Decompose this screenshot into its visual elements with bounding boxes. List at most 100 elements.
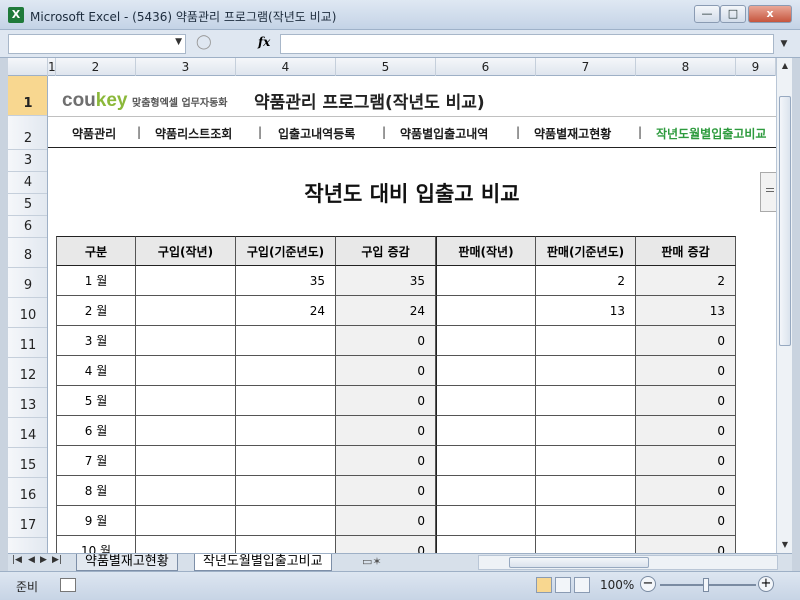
table-cell[interactable] <box>236 326 336 356</box>
table-cell[interactable] <box>536 536 636 553</box>
table-cell[interactable]: 13 <box>536 296 636 326</box>
row-header-cell[interactable]: 5 <box>8 194 47 216</box>
table-header-cell[interactable]: 구분 <box>56 236 136 266</box>
table-cell[interactable] <box>136 446 236 476</box>
table-cell[interactable]: 0 <box>636 326 736 356</box>
row-header-cell[interactable]: 16 <box>8 478 47 508</box>
minimize-button[interactable]: — <box>694 5 720 23</box>
zoom-level[interactable]: 100% <box>600 578 634 592</box>
table-header-cell[interactable]: 판매(기준년도) <box>536 236 636 266</box>
page-break-view-icon[interactable] <box>574 577 590 593</box>
table-cell[interactable] <box>136 416 236 446</box>
chevron-down-icon[interactable]: ▼ <box>175 37 182 47</box>
column-header-cell[interactable]: 1 <box>48 58 56 76</box>
table-cell[interactable]: 2 <box>536 266 636 296</box>
row-header-cell[interactable]: 6 <box>8 216 47 238</box>
column-header-cell[interactable]: 2 <box>56 58 136 76</box>
table-cell[interactable]: 0 <box>636 476 736 506</box>
table-cell[interactable] <box>236 446 336 476</box>
column-header-cell[interactable]: 6 <box>436 58 536 76</box>
column-header-cell[interactable]: 3 <box>136 58 236 76</box>
row-header-cell[interactable]: 17 <box>8 508 47 538</box>
table-cell[interactable] <box>436 266 536 296</box>
table-cell[interactable]: 35 <box>336 266 436 296</box>
row-header-cell[interactable]: 8 <box>8 238 47 268</box>
table-cell[interactable]: 0 <box>636 356 736 386</box>
nav-item-inout-register[interactable]: 입출고내역등록 <box>278 125 355 142</box>
table-cell[interactable]: 7 월 <box>56 446 136 476</box>
last-sheet-icon[interactable]: ▶| <box>52 555 62 565</box>
horizontal-scroll-thumb[interactable] <box>509 557 649 568</box>
table-cell[interactable] <box>536 356 636 386</box>
first-sheet-icon[interactable]: |◀ <box>12 555 22 565</box>
table-cell[interactable]: 0 <box>636 446 736 476</box>
table-cell[interactable] <box>236 416 336 446</box>
column-header-cell[interactable]: 7 <box>536 58 636 76</box>
table-cell[interactable]: 0 <box>336 386 436 416</box>
table-cell[interactable]: 6 월 <box>56 416 136 446</box>
table-cell[interactable]: 2 월 <box>56 296 136 326</box>
row-header-cell[interactable]: 2 <box>8 116 47 150</box>
row-header-cell[interactable]: 12 <box>8 358 47 388</box>
table-cell[interactable] <box>536 446 636 476</box>
table-cell[interactable] <box>136 476 236 506</box>
select-all-corner[interactable] <box>8 58 48 76</box>
scroll-down-icon[interactable]: ▼ <box>777 537 793 553</box>
macro-record-icon[interactable] <box>60 578 76 592</box>
table-cell[interactable] <box>536 506 636 536</box>
table-cell[interactable] <box>536 386 636 416</box>
name-box[interactable]: ▼ <box>8 34 186 54</box>
row-header-cell[interactable]: 13 <box>8 388 47 418</box>
page-layout-view-icon[interactable] <box>555 577 571 593</box>
table-cell[interactable] <box>136 386 236 416</box>
nav-item-stock-status[interactable]: 약품별재고현황 <box>534 125 611 142</box>
row-header-cell[interactable]: 14 <box>8 418 47 448</box>
table-cell[interactable] <box>236 356 336 386</box>
close-button[interactable]: x <box>748 5 792 23</box>
table-cell[interactable]: 0 <box>336 356 436 386</box>
table-cell[interactable]: 0 <box>336 506 436 536</box>
table-cell[interactable] <box>136 266 236 296</box>
nav-item-inout-by-medicine[interactable]: 약품별입출고내역 <box>400 125 488 142</box>
table-cell[interactable] <box>136 296 236 326</box>
table-cell[interactable] <box>436 416 536 446</box>
row-header-cell[interactable]: 15 <box>8 448 47 478</box>
table-cell[interactable] <box>136 536 236 553</box>
table-cell[interactable]: 2 <box>636 266 736 296</box>
worksheet-grid[interactable]: coukey 맞춤형엑셀 업무자동화 약품관리 프로그램(작년도 비교) 약품관… <box>48 76 776 553</box>
formula-input[interactable] <box>280 34 774 54</box>
table-cell[interactable] <box>436 386 536 416</box>
column-header-cell[interactable]: 5 <box>336 58 436 76</box>
formula-bar-splitter-icon[interactable]: ◯ <box>196 34 256 54</box>
zoom-out-icon[interactable]: − <box>640 576 656 592</box>
menu-lines-icon[interactable] <box>760 172 776 212</box>
table-cell[interactable] <box>536 326 636 356</box>
insert-function-icon[interactable]: fx <box>258 35 270 49</box>
excel-app-icon[interactable]: X <box>8 7 24 23</box>
table-cell[interactable] <box>436 326 536 356</box>
table-cell[interactable]: 0 <box>336 536 436 553</box>
insert-sheet-icon[interactable]: ▭✶ <box>362 555 382 568</box>
maximize-button[interactable]: □ <box>720 5 746 23</box>
nav-item-medicine-list[interactable]: 약품리스트조회 <box>155 125 232 142</box>
vertical-scroll-thumb[interactable] <box>779 96 791 346</box>
table-cell[interactable] <box>536 476 636 506</box>
table-cell[interactable] <box>236 476 336 506</box>
horizontal-scrollbar[interactable] <box>478 555 778 570</box>
table-header-cell[interactable]: 구입(작년) <box>136 236 236 266</box>
expand-formula-bar-icon[interactable]: ▼ <box>776 34 792 54</box>
table-cell[interactable] <box>436 356 536 386</box>
vertical-scrollbar[interactable]: ▲ ▼ <box>776 58 792 553</box>
table-header-cell[interactable]: 구입(기준년도) <box>236 236 336 266</box>
table-cell[interactable] <box>436 476 536 506</box>
table-cell[interactable]: 24 <box>236 296 336 326</box>
table-cell[interactable] <box>436 446 536 476</box>
column-header-cell[interactable]: 8 <box>636 58 736 76</box>
table-cell[interactable]: 0 <box>636 506 736 536</box>
table-cell[interactable]: 0 <box>336 416 436 446</box>
table-cell[interactable]: 0 <box>636 536 736 553</box>
table-cell[interactable] <box>436 536 536 553</box>
table-cell[interactable]: 35 <box>236 266 336 296</box>
table-header-cell[interactable]: 구입 증감 <box>336 236 436 266</box>
table-cell[interactable] <box>436 296 536 326</box>
